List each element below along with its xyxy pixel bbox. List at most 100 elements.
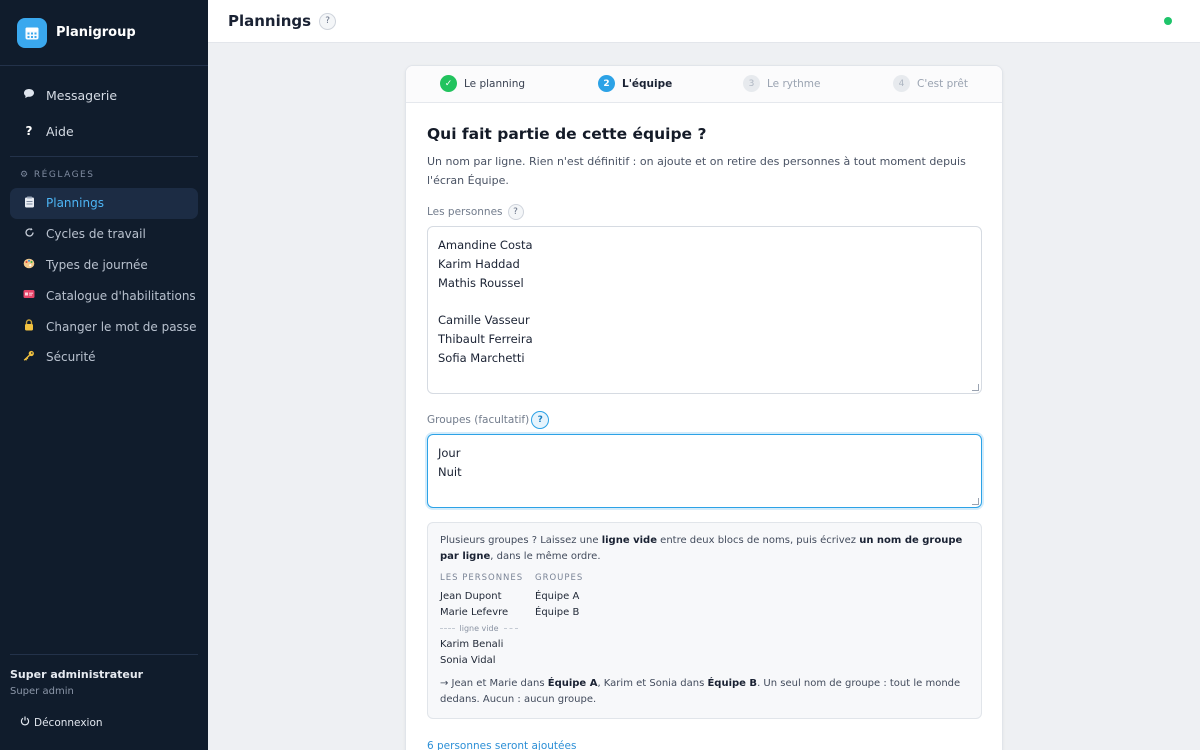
example-person: Marie Lefevre bbox=[440, 607, 509, 618]
sidebar-item-label: Changer le mot de passe bbox=[46, 319, 197, 334]
resize-handle-icon[interactable] bbox=[972, 498, 979, 505]
user-block: Super administrateur Super admin bbox=[10, 654, 198, 697]
note-strong: Équipe B bbox=[707, 678, 758, 689]
sidebar-item-mot-de-passe[interactable]: Changer le mot de passe bbox=[10, 311, 198, 342]
groups-label-row: Groupes (facultatif) ? bbox=[427, 411, 981, 429]
people-count-summary: 6 personnes seront ajoutées bbox=[427, 740, 577, 750]
example-person: Sonia Vidal bbox=[440, 655, 496, 666]
app-name: Planigroup bbox=[56, 25, 136, 40]
sidebar-item-label: Catalogue d'habilitations bbox=[46, 288, 196, 303]
example-group: Équipe A bbox=[535, 591, 580, 602]
sidebar-item-plannings[interactable]: Plannings bbox=[10, 188, 198, 219]
step-label: C'est prêt bbox=[917, 77, 968, 90]
palette-icon bbox=[22, 258, 36, 272]
step-label: Le planning bbox=[464, 77, 526, 90]
power-icon bbox=[20, 716, 30, 729]
logout-label: Déconnexion bbox=[34, 716, 103, 729]
sidebar-item-aide[interactable]: ? Aide bbox=[10, 113, 198, 149]
groups-line: Jour bbox=[438, 446, 461, 460]
check-icon: ✓ bbox=[440, 75, 457, 92]
example-person: Karim Benali bbox=[440, 639, 504, 650]
blank-line-label: ligne vide bbox=[459, 624, 499, 633]
people-line: Amandine Costa bbox=[438, 238, 533, 252]
help-intro-text: Plusieurs groupes ? Laissez une bbox=[440, 535, 602, 546]
header-help-icon[interactable]: ? bbox=[319, 12, 337, 30]
example-group: Équipe B bbox=[535, 607, 580, 618]
help-intro: Plusieurs groupes ? Laissez une ligne vi… bbox=[440, 533, 969, 565]
sidebar-item-types-journee[interactable]: Types de journée bbox=[10, 250, 198, 281]
people-line: Camille Vasseur bbox=[438, 313, 530, 328]
help-intro-text: entre deux blocs de noms, puis écrivez bbox=[656, 535, 860, 546]
logout-button[interactable]: Déconnexion bbox=[20, 716, 103, 729]
user-role: Super admin bbox=[10, 686, 74, 697]
sidebar-item-label: Plannings bbox=[46, 196, 104, 211]
settings-section-title: ⚙ RÉGLAGES bbox=[20, 170, 95, 180]
help-intro-strong: ligne vide bbox=[601, 535, 657, 546]
wizard-stepper: ✓ Le planning 2 L'équipe 3 Le rythme 4 C… bbox=[406, 66, 1002, 103]
groups-textarea[interactable]: Jour Nuit bbox=[427, 434, 982, 508]
page-title: Plannings bbox=[228, 12, 312, 30]
groups-help-box: Plusieurs groupes ? Laissez une ligne vi… bbox=[427, 522, 982, 719]
sidebar-item-securite[interactable]: Sécurité bbox=[10, 342, 198, 373]
example-person: Jean Dupont bbox=[440, 591, 502, 602]
step-label: Le rythme bbox=[767, 77, 821, 90]
people-line bbox=[438, 292, 971, 311]
sidebar-item-label: Messagerie bbox=[46, 87, 118, 103]
example-note: → Jean et Marie dans Équipe A, Karim et … bbox=[440, 676, 969, 708]
card-body: Qui fait partie de cette équipe ? Un nom… bbox=[406, 125, 1002, 719]
form-description: Un nom par ligne. Rien n'est définitif :… bbox=[427, 155, 966, 187]
people-line: Mathis Roussel bbox=[438, 275, 524, 290]
top-header: Plannings ? bbox=[208, 0, 1200, 43]
step-le-planning[interactable]: ✓ Le planning bbox=[440, 75, 525, 92]
sidebar-item-messagerie[interactable]: Messagerie bbox=[10, 77, 198, 113]
sidebar-item-habilitations[interactable]: Catalogue d'habilitations bbox=[10, 280, 198, 311]
user-name: Super administrateur bbox=[10, 668, 144, 681]
team-setup-card: ✓ Le planning 2 L'équipe 3 Le rythme 4 C… bbox=[405, 65, 1003, 750]
step-l-equipe[interactable]: 2 L'équipe bbox=[598, 75, 672, 92]
blank-line-separator: ligne vide bbox=[440, 624, 519, 633]
question-icon: ? bbox=[25, 124, 33, 138]
people-textarea[interactable]: Amandine Costa Karim Haddad Mathis Rouss… bbox=[427, 226, 982, 394]
sidebar-item-label: Sécurité bbox=[46, 350, 96, 365]
example-groups-heading: GROUPES bbox=[535, 573, 584, 583]
help-intro-text: , dans le même ordre. bbox=[490, 551, 601, 562]
groups-help-icon[interactable]: ? bbox=[531, 411, 550, 429]
note-text: , Karim et Sonia dans bbox=[597, 678, 708, 689]
brand[interactable]: Planigroup bbox=[0, 0, 208, 66]
nav-settings: Plannings Cycles de travail Types de jou… bbox=[0, 188, 208, 373]
sidebar-item-label: Cycles de travail bbox=[46, 227, 146, 242]
calendar-icon bbox=[17, 17, 47, 48]
example-people-col: LES PERSONNES Jean Dupont Marie Lefevre … bbox=[440, 573, 535, 669]
nav-top: Messagerie ? Aide bbox=[10, 66, 198, 157]
step-c-est-pret[interactable]: 4 C'est prêt bbox=[893, 75, 968, 92]
clipboard-icon bbox=[22, 196, 36, 211]
cycle-icon bbox=[22, 227, 36, 241]
note-strong: Équipe A bbox=[547, 678, 598, 689]
sidebar: Planigroup Messagerie ? Aide ⚙ RÉGLAGES … bbox=[0, 0, 208, 750]
step-number: 3 bbox=[743, 75, 760, 92]
step-le-rythme[interactable]: 3 Le rythme bbox=[743, 75, 820, 92]
people-line: Sofia Marchetti bbox=[438, 350, 525, 365]
sidebar-item-label: Aide bbox=[46, 123, 74, 139]
lock-icon bbox=[22, 319, 36, 334]
people-label: Les personnes bbox=[427, 206, 503, 218]
groups-label: Groupes (facultatif) bbox=[427, 414, 530, 426]
resize-handle-icon[interactable] bbox=[972, 384, 979, 391]
badge-icon bbox=[22, 289, 36, 302]
step-number: 4 bbox=[893, 75, 910, 92]
people-label-row: Les personnes ? bbox=[427, 204, 981, 220]
people-line: Thibault Ferreira bbox=[438, 331, 533, 346]
chat-bubble-icon bbox=[22, 88, 36, 102]
key-icon bbox=[22, 350, 36, 364]
sidebar-item-label: Types de journée bbox=[46, 257, 148, 272]
note-text: → Jean et Marie dans bbox=[440, 678, 548, 689]
example-people-heading: LES PERSONNES bbox=[440, 573, 524, 583]
form-title: Qui fait partie de cette équipe ? bbox=[427, 125, 707, 143]
people-line: Karim Haddad bbox=[438, 256, 520, 271]
example-groups-col: GROUPES Équipe A Équipe B bbox=[535, 573, 630, 669]
example-columns: LES PERSONNES Jean Dupont Marie Lefevre … bbox=[440, 573, 969, 669]
people-help-icon[interactable]: ? bbox=[507, 204, 524, 220]
groups-line: Nuit bbox=[438, 464, 462, 479]
sidebar-item-cycles[interactable]: Cycles de travail bbox=[10, 219, 198, 250]
status-indicator bbox=[1164, 17, 1172, 25]
